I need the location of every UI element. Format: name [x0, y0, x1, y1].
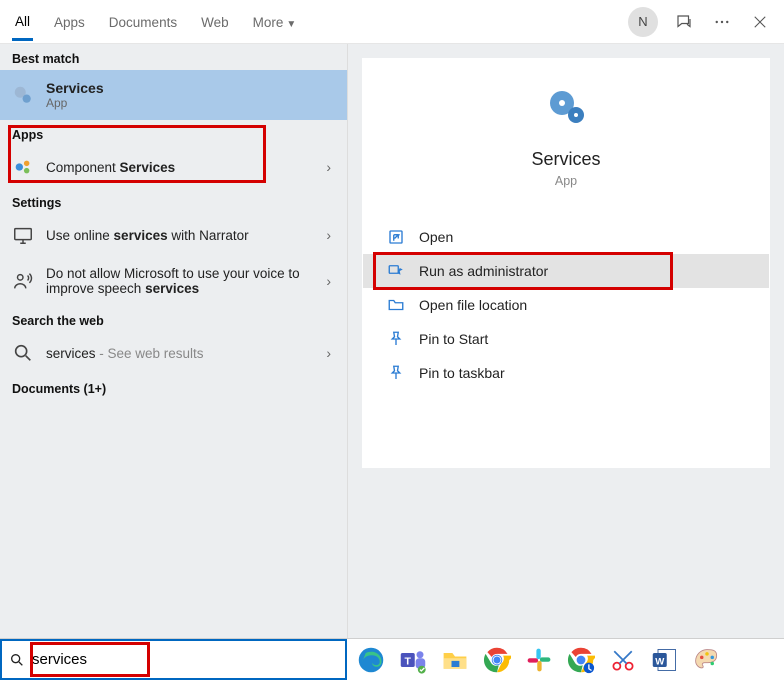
more-options-icon[interactable]	[710, 10, 734, 34]
chevron-right-icon[interactable]: ›	[322, 159, 335, 175]
taskbar-chrome-icon[interactable]	[479, 642, 515, 678]
tab-documents[interactable]: Documents	[106, 3, 180, 40]
best-match-title: Services	[46, 80, 335, 96]
open-icon	[387, 228, 405, 246]
tab-apps[interactable]: Apps	[51, 3, 88, 40]
chevron-down-icon: ▼	[286, 19, 296, 30]
chevron-right-icon[interactable]: ›	[322, 273, 335, 289]
action-pin-to-start[interactable]: Pin to Start	[363, 322, 769, 356]
action-open[interactable]: Open	[363, 220, 769, 254]
feedback-icon[interactable]	[672, 10, 696, 34]
action-label: Open file location	[419, 297, 527, 313]
taskbar-paint-icon[interactable]	[689, 642, 725, 678]
result-label: Use online services with Narrator	[46, 228, 310, 243]
chevron-right-icon[interactable]: ›	[322, 227, 335, 243]
best-match-result[interactable]: Services App	[0, 70, 347, 120]
tab-all[interactable]: All	[12, 2, 33, 41]
result-narrator-services[interactable]: Use online services with Narrator ›	[0, 214, 347, 256]
chevron-right-icon[interactable]: ›	[322, 345, 335, 361]
preview-sub: App	[555, 174, 577, 188]
preview-title: Services	[531, 149, 600, 170]
action-label: Run as administrator	[419, 263, 548, 279]
close-icon[interactable]	[748, 10, 772, 34]
action-run-as-administrator[interactable]: Run as administrator	[363, 254, 769, 288]
result-component-services[interactable]: Component Services ›	[0, 146, 347, 188]
monitor-icon	[12, 224, 34, 246]
taskbar-chrome-beta-icon[interactable]	[563, 642, 599, 678]
svg-text:W: W	[655, 656, 665, 667]
services-icon	[12, 84, 34, 106]
results-panel: Best match Services App Apps Component S…	[0, 44, 348, 638]
taskbar-edge-icon[interactable]	[353, 642, 389, 678]
svg-text:T: T	[405, 655, 412, 667]
taskbar-file-explorer-icon[interactable]	[437, 642, 473, 678]
result-web-services[interactable]: services - See web results ›	[0, 332, 347, 374]
best-match-label: Best match	[0, 44, 347, 70]
result-label: Do not allow Microsoft to use your voice…	[46, 266, 310, 296]
shield-icon	[387, 262, 405, 280]
pin-icon	[387, 364, 405, 382]
folder-icon	[387, 296, 405, 314]
taskbar-teams-icon[interactable]: T	[395, 642, 431, 678]
action-label: Pin to Start	[419, 331, 488, 347]
pin-icon	[387, 330, 405, 348]
taskbar: T W	[0, 638, 784, 680]
tab-web[interactable]: Web	[198, 3, 232, 40]
search-icon	[2, 652, 32, 668]
search-box[interactable]	[0, 639, 347, 680]
apps-label: Apps	[0, 120, 347, 146]
result-label: services - See web results	[46, 346, 310, 361]
services-large-icon	[542, 83, 590, 131]
result-speech-services[interactable]: Do not allow Microsoft to use your voice…	[0, 256, 347, 306]
preview-panel: Services App Open Run as administrator	[348, 44, 784, 638]
action-open-file-location[interactable]: Open file location	[363, 288, 769, 322]
search-input[interactable]	[32, 641, 345, 678]
settings-label: Settings	[0, 188, 347, 214]
documents-label: Documents (1+)	[0, 374, 347, 400]
component-services-icon	[12, 156, 34, 178]
result-label: Component Services	[46, 160, 310, 175]
action-label: Open	[419, 229, 453, 245]
search-icon	[12, 342, 34, 364]
action-pin-to-taskbar[interactable]: Pin to taskbar	[363, 356, 769, 390]
tab-more[interactable]: More▼	[250, 3, 300, 40]
search-web-label: Search the web	[0, 306, 347, 332]
taskbar-word-icon[interactable]: W	[647, 642, 683, 678]
person-voice-icon	[12, 270, 34, 292]
taskbar-snip-icon[interactable]	[605, 642, 641, 678]
taskbar-slack-icon[interactable]	[521, 642, 557, 678]
user-avatar[interactable]: N	[628, 7, 658, 37]
best-match-sub: App	[46, 96, 335, 110]
action-label: Pin to taskbar	[419, 365, 505, 381]
